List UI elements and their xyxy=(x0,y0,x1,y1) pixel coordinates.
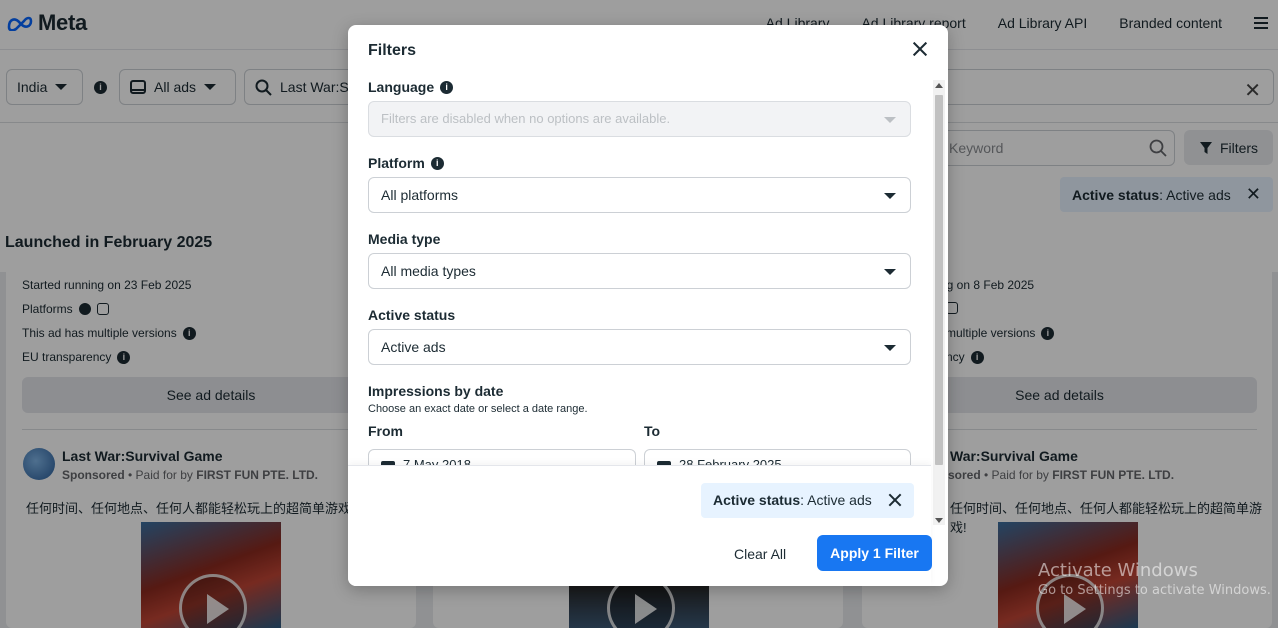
modal-title: Filters xyxy=(368,42,417,59)
watermark-line-1: Activate Windows xyxy=(1038,560,1198,581)
platform-label: Platform i xyxy=(368,155,444,171)
chevron-down-icon xyxy=(884,117,896,123)
from-label: From xyxy=(368,423,403,439)
modal-body: Language i Filters are disabled when no … xyxy=(348,75,931,465)
scroll-up-icon[interactable] xyxy=(935,83,943,88)
watermark-line-2: Go to Settings to activate Windows. xyxy=(1038,583,1271,598)
from-date-input[interactable]: 7 May 2018 xyxy=(368,449,636,465)
language-placeholder: Filters are disabled when no options are… xyxy=(381,111,671,126)
to-label: To xyxy=(644,423,661,439)
remove-chip-icon[interactable] xyxy=(886,491,904,509)
from-date-value: 7 May 2018 xyxy=(403,457,471,465)
chip-value: : Active ads xyxy=(800,492,872,508)
active-status-label: Active status xyxy=(368,307,456,323)
active-status-select[interactable]: Active ads xyxy=(368,329,911,365)
to-date-input[interactable]: 28 February 2025 xyxy=(644,449,911,465)
platform-value: All platforms xyxy=(381,187,459,203)
platform-label-text: Platform xyxy=(368,155,425,171)
chevron-down-icon xyxy=(884,269,896,275)
windows-activation-watermark: Activate Windows Go to Settings to activ… xyxy=(1038,560,1271,598)
info-icon[interactable]: i xyxy=(440,80,454,94)
to-date-value: 28 February 2025 xyxy=(679,457,782,465)
language-select: Filters are disabled when no options are… xyxy=(368,101,911,137)
scroll-down-icon[interactable] xyxy=(935,518,943,523)
selected-filter-chip: Active status: Active ads xyxy=(701,483,914,518)
media-type-value: All media types xyxy=(381,263,476,279)
impressions-help: Choose an exact date or select a date ra… xyxy=(368,403,588,415)
chip-key: Active status xyxy=(713,492,801,508)
media-type-label: Media type xyxy=(368,231,441,247)
media-type-select[interactable]: All media types xyxy=(368,253,911,289)
filters-modal: Filters Language i Filters are disabled … xyxy=(348,25,948,586)
active-status-value: Active ads xyxy=(381,339,446,355)
language-label-text: Language xyxy=(368,79,435,95)
modal-footer: Active status: Active ads Clear All Appl… xyxy=(348,465,932,586)
impressions-label: Impressions by date xyxy=(368,383,504,399)
close-icon[interactable] xyxy=(910,39,930,59)
scrollbar-thumb[interactable] xyxy=(935,95,943,465)
chevron-down-icon xyxy=(884,193,896,199)
chevron-down-icon xyxy=(884,345,896,351)
platform-select[interactable]: All platforms xyxy=(368,177,911,213)
apply-filter-button[interactable]: Apply 1 Filter xyxy=(817,535,932,571)
language-label: Language i xyxy=(368,79,454,95)
info-icon[interactable]: i xyxy=(430,156,444,170)
clear-all-button[interactable]: Clear All xyxy=(728,536,792,572)
